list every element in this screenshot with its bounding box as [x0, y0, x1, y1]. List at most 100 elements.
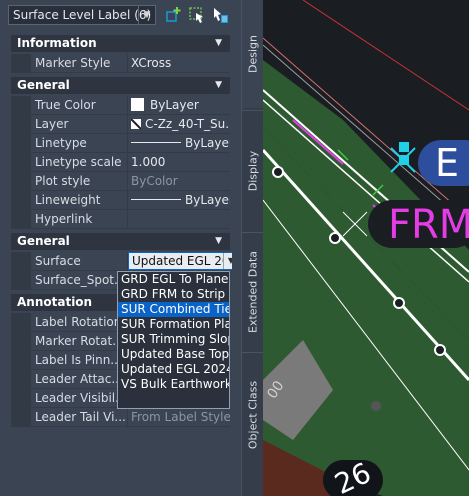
- property-row-hyperlink[interactable]: Hyperlink: [11, 210, 230, 229]
- dropdown-option-selected[interactable]: SUR Combined Tiered: [118, 302, 229, 317]
- lineweight-value: ByLayer: [185, 193, 230, 207]
- property-label: Leader Attac...: [31, 370, 128, 389]
- property-label: Marker Rotat...: [31, 332, 128, 351]
- tab-design-label: Design: [246, 35, 260, 73]
- property-value[interactable]: 1.000: [128, 153, 230, 172]
- property-label: Layer: [31, 115, 128, 134]
- property-label: Leader Visibil...: [31, 389, 128, 408]
- row-gutter: [11, 313, 31, 332]
- property-value[interactable]: XCross: [128, 54, 230, 73]
- toolbar: Surface Level Label (6) ▼: [8, 5, 241, 27]
- linetype-value: ByLayer: [185, 136, 230, 150]
- layer-value: C-Zz_40-T_Su...: [145, 117, 230, 131]
- side-tabs: Design Display Extended Data Object Clas…: [241, 0, 264, 496]
- tab-extended-data[interactable]: Extended Data: [242, 232, 264, 351]
- property-row-surface[interactable]: Surface Updated EGL 202 ▼: [11, 252, 239, 271]
- linetype-sample-icon: [131, 142, 181, 143]
- section-information-title: Information: [17, 36, 97, 50]
- tab-object-class-label: Object Class: [246, 380, 260, 450]
- layer-icon: [131, 119, 141, 129]
- tab-extended-data-label: Extended Data: [246, 250, 260, 334]
- property-label: Surface: [31, 252, 128, 271]
- property-label: Lineweight: [31, 191, 128, 210]
- chevron-down-icon[interactable]: ▼: [215, 77, 222, 94]
- selection-combo[interactable]: Surface Level Label (6) ▼: [8, 5, 156, 25]
- section-general[interactable]: General ▼: [11, 77, 230, 94]
- drawing-canvas[interactable]: E FRM 00 26: [263, 0, 469, 496]
- property-label: Hyperlink: [31, 210, 128, 229]
- row-gutter: [11, 172, 31, 191]
- property-row-lineweight[interactable]: Lineweight ByLayer: [11, 191, 230, 210]
- quick-select-icon[interactable]: [211, 6, 229, 24]
- property-label: True Color: [31, 96, 128, 115]
- dropdown-option[interactable]: GRD FRM to Strip: [118, 287, 229, 302]
- property-label: Plot style: [31, 172, 128, 191]
- true-color-value: ByLayer: [150, 98, 199, 112]
- row-gutter: [11, 252, 31, 271]
- property-row-linetype[interactable]: Linetype ByLayer: [11, 134, 230, 153]
- property-value[interactable]: ByLayer: [128, 191, 230, 210]
- toggle-pickadd-icon[interactable]: [165, 6, 183, 24]
- row-gutter: [11, 191, 31, 210]
- tab-display[interactable]: Display: [242, 110, 264, 231]
- section-information[interactable]: Information ▼: [11, 35, 230, 52]
- dropdown-option[interactable]: Updated EGL 2024_11: [118, 362, 229, 377]
- row-gutter: [11, 153, 31, 172]
- dropdown-option[interactable]: Updated Base Topso: [118, 347, 229, 362]
- drawing-svg: [263, 0, 469, 496]
- dropdown-option[interactable]: SUR Formation Plane: [118, 317, 229, 332]
- section-general-title: General: [17, 78, 70, 92]
- canvas-text-e: E: [435, 141, 460, 185]
- tab-design[interactable]: Design: [242, 0, 264, 108]
- property-label: Linetype: [31, 134, 128, 153]
- property-label: Label Rotation: [31, 313, 128, 332]
- lineweight-sample-icon: [131, 199, 181, 200]
- selection-combo-label: Surface Level Label (6): [13, 8, 152, 22]
- chevron-down-icon[interactable]: ▼: [138, 6, 155, 24]
- row-gutter: [11, 351, 31, 370]
- properties-panel: Surface Level Label (6) ▼ Information ▼ …: [0, 0, 241, 496]
- row-gutter: [11, 54, 31, 73]
- panel-scrollbar[interactable]: [232, 30, 241, 496]
- row-gutter: [11, 96, 31, 115]
- color-swatch-icon: [131, 98, 144, 111]
- dropdown-option[interactable]: SUR Trimming Slope: [118, 332, 229, 347]
- property-label: Surface_Spot...: [31, 271, 128, 290]
- tab-object-class[interactable]: Object Class: [242, 352, 264, 477]
- row-gutter: [11, 408, 31, 427]
- property-row-true-color[interactable]: True Color ByLayer: [11, 96, 230, 115]
- row-gutter: [11, 271, 31, 290]
- property-label: Marker Style: [31, 54, 128, 73]
- property-value: From Label Style: [128, 408, 230, 427]
- property-row-leader-tail[interactable]: Leader Tail Vi... From Label Style: [11, 408, 230, 427]
- property-label: Leader Tail Vi...: [31, 408, 128, 427]
- property-row-linetype-scale[interactable]: Linetype scale 1.000: [11, 153, 230, 172]
- section-general-2[interactable]: General ▼: [11, 233, 230, 250]
- chevron-down-icon[interactable]: ▼: [215, 233, 222, 250]
- select-objects-icon[interactable]: [188, 6, 206, 24]
- property-value[interactable]: [128, 210, 230, 229]
- section-general-2-title: General: [17, 234, 70, 248]
- surface-select-value: Updated EGL 202: [132, 254, 238, 268]
- property-value[interactable]: ByLayer: [128, 96, 230, 115]
- canvas-text-frm: FRM: [388, 202, 469, 248]
- property-label: Label Is Pinn...: [31, 351, 128, 370]
- dropdown-option[interactable]: VS Bulk Earthworks: [118, 377, 229, 392]
- surface-dropdown-list[interactable]: GRD EGL To Plane GRD FRM to Strip SUR Co…: [117, 271, 230, 409]
- row-gutter: [11, 370, 31, 389]
- property-label: Linetype scale: [31, 153, 128, 172]
- property-row-layer[interactable]: Layer C-Zz_40-T_Su...: [11, 115, 230, 134]
- row-gutter: [11, 115, 31, 134]
- property-value: ByColor: [128, 172, 230, 191]
- property-row-marker-style[interactable]: Marker Style XCross: [11, 54, 230, 73]
- property-value[interactable]: C-Zz_40-T_Su...: [128, 115, 230, 134]
- surface-select[interactable]: Updated EGL 202 ▼: [128, 252, 239, 270]
- chevron-down-icon[interactable]: ▼: [215, 35, 222, 52]
- row-gutter: [11, 389, 31, 408]
- row-gutter: [11, 134, 31, 153]
- tab-display-label: Display: [246, 150, 260, 192]
- property-value[interactable]: ByLayer: [128, 134, 230, 153]
- property-row-plot-style[interactable]: Plot style ByColor: [11, 172, 230, 191]
- dropdown-option[interactable]: GRD EGL To Plane: [118, 272, 229, 287]
- section-annotation-title: Annotation: [17, 295, 93, 309]
